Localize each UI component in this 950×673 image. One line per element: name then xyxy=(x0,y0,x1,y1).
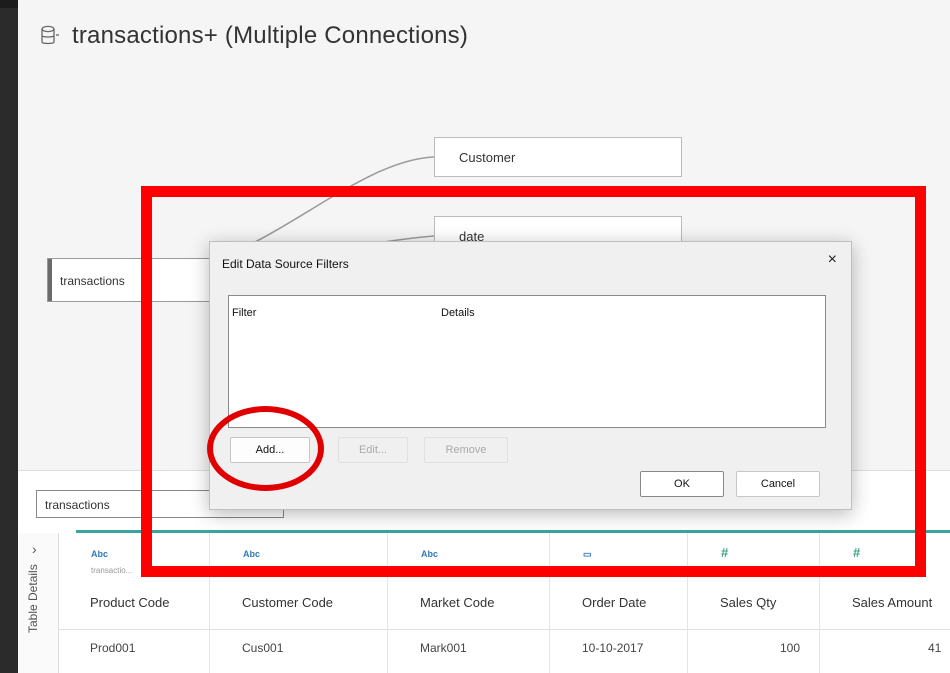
column-header[interactable]: Sales Qty xyxy=(720,595,776,610)
text-type-icon[interactable]: Abc xyxy=(421,549,438,559)
column-header[interactable]: Customer Code xyxy=(242,595,333,610)
table-details-rail: › Table Details xyxy=(18,533,59,673)
node-accent-bar xyxy=(48,259,52,301)
grid-column[interactable]: Abc Customer Code Cus001 xyxy=(210,533,388,673)
table-cell: Mark001 xyxy=(420,641,467,655)
text-type-icon[interactable]: Abc xyxy=(243,549,260,559)
date-type-icon[interactable]: ▭ xyxy=(583,549,592,560)
canvas-table-transactions-label: transactions xyxy=(60,274,125,288)
remove-filter-button[interactable]: Remove xyxy=(424,437,508,463)
column-source: transactio... xyxy=(91,566,133,575)
canvas-table-customer[interactable]: Customer xyxy=(434,137,682,177)
grid-column[interactable]: Abc transactio... Product Code Prod001 xyxy=(58,533,210,673)
details-column-header[interactable]: Details xyxy=(441,307,475,319)
text-type-icon[interactable]: Abc xyxy=(91,549,108,559)
expand-chevron-icon[interactable]: › xyxy=(32,541,37,557)
grid-column[interactable]: # Sales Amount 41 xyxy=(820,533,950,673)
grid-column[interactable]: # Sales Qty 100 xyxy=(688,533,820,673)
ok-button[interactable]: OK xyxy=(640,471,724,497)
number-type-icon[interactable]: # xyxy=(853,545,860,560)
dialog-title: Edit Data Source Filters xyxy=(222,257,349,271)
grid-column[interactable]: Abc Market Code Mark001 xyxy=(388,533,550,673)
table-cell: Prod001 xyxy=(90,641,136,655)
edit-filter-button[interactable]: Edit... xyxy=(338,437,408,463)
cancel-button[interactable]: Cancel xyxy=(736,471,820,497)
table-cell: 41 xyxy=(928,641,942,655)
edit-data-source-filters-dialog: Edit Data Source Filters × Filter Detail… xyxy=(209,241,852,510)
filter-column-header[interactable]: Filter xyxy=(232,307,256,319)
column-header[interactable]: Order Date xyxy=(582,595,646,610)
grid-column[interactable]: ▭ Order Date 10-10-2017 xyxy=(550,533,688,673)
column-header[interactable]: Market Code xyxy=(420,595,494,610)
canvas-table-transactions[interactable]: transactions xyxy=(47,258,217,302)
table-cell: 10-10-2017 xyxy=(582,641,644,655)
add-filter-button[interactable]: Add... xyxy=(230,437,310,463)
column-header[interactable]: Sales Amount xyxy=(852,595,932,610)
table-cell: 100 xyxy=(780,641,801,655)
table-details-label: Table Details xyxy=(26,564,40,633)
table-cell: Cus001 xyxy=(242,641,284,655)
column-header[interactable]: Product Code xyxy=(90,595,170,610)
data-source-page: transactions+ (Multiple Connections) Cus… xyxy=(18,0,950,673)
number-type-icon[interactable]: # xyxy=(721,545,728,560)
close-icon[interactable]: × xyxy=(828,251,837,269)
filter-list[interactable]: Filter Details xyxy=(228,295,826,428)
